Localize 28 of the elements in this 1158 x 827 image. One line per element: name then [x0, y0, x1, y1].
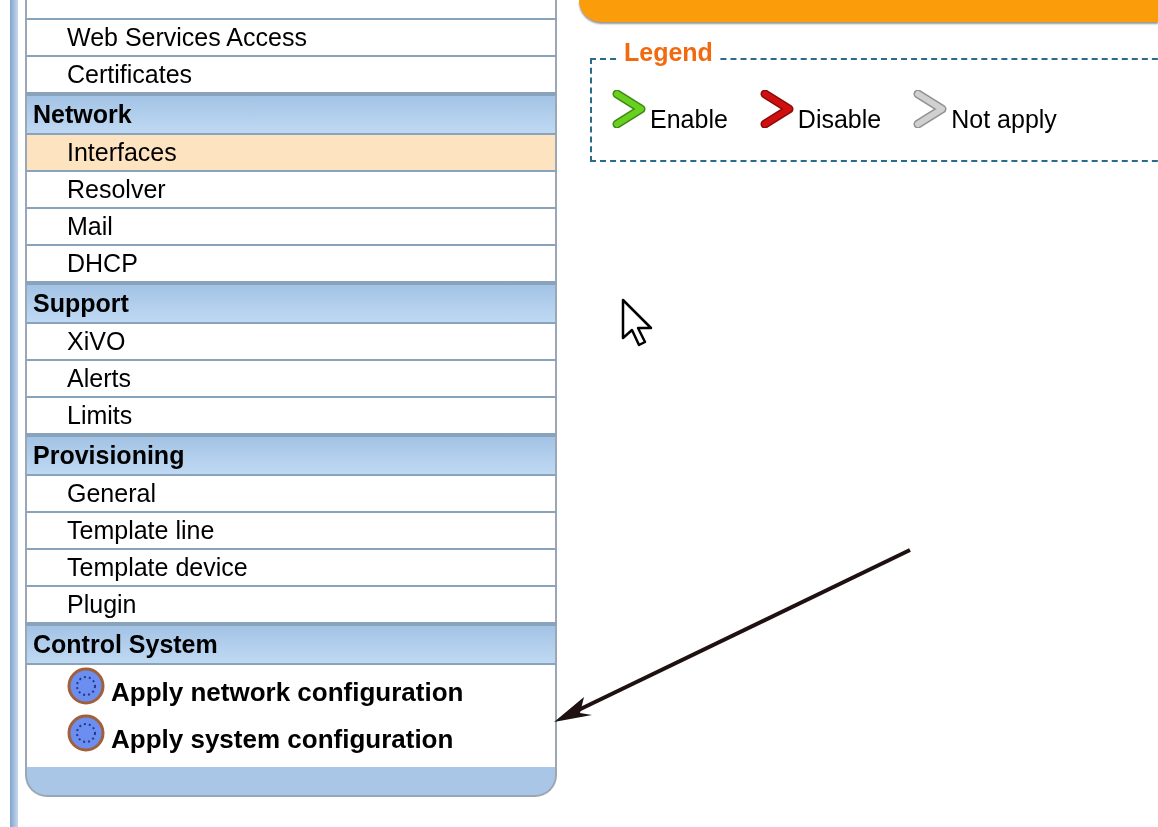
- menu-section-header: Control System: [25, 624, 557, 665]
- not-apply-chevron-icon: [913, 90, 948, 128]
- menu-item[interactable]: Template device: [25, 550, 557, 587]
- menu-item[interactable]: XiVO: [25, 324, 557, 361]
- apply-link[interactable]: Apply network configuration: [111, 673, 464, 712]
- menu-item[interactable]: Limits: [25, 398, 557, 435]
- menu-item[interactable]: Template line: [25, 513, 557, 550]
- gear-icon: [67, 713, 105, 752]
- disable-chevron-icon: [759, 90, 794, 128]
- menu-item[interactable]: Resolver: [25, 172, 557, 209]
- mouse-pointer-icon: [621, 298, 655, 348]
- menu-section-header: Network: [25, 94, 557, 135]
- legend-label: Enable: [650, 103, 728, 135]
- menu-item[interactable]: Mail: [25, 209, 557, 246]
- menu-item[interactable]: DHCP: [25, 246, 557, 283]
- menu-item[interactable]: Web Services Access: [25, 20, 557, 57]
- menu-item[interactable]: Alerts: [25, 361, 557, 398]
- menu-item[interactable]: Certificates: [25, 57, 557, 94]
- menu-item[interactable]: General: [25, 476, 557, 513]
- legend-label: Not apply: [951, 103, 1057, 135]
- menu-section-header: Provisioning: [25, 435, 557, 476]
- enable-chevron-icon: [612, 90, 646, 128]
- menu-section-header: Support: [25, 283, 557, 324]
- legend-label: Disable: [797, 103, 882, 135]
- gear-icon: [67, 666, 105, 705]
- menu-item[interactable]: Plugin: [25, 587, 557, 624]
- apply-link[interactable]: Apply system configuration: [111, 720, 454, 759]
- menu-item[interactable]: Interfaces: [25, 135, 557, 172]
